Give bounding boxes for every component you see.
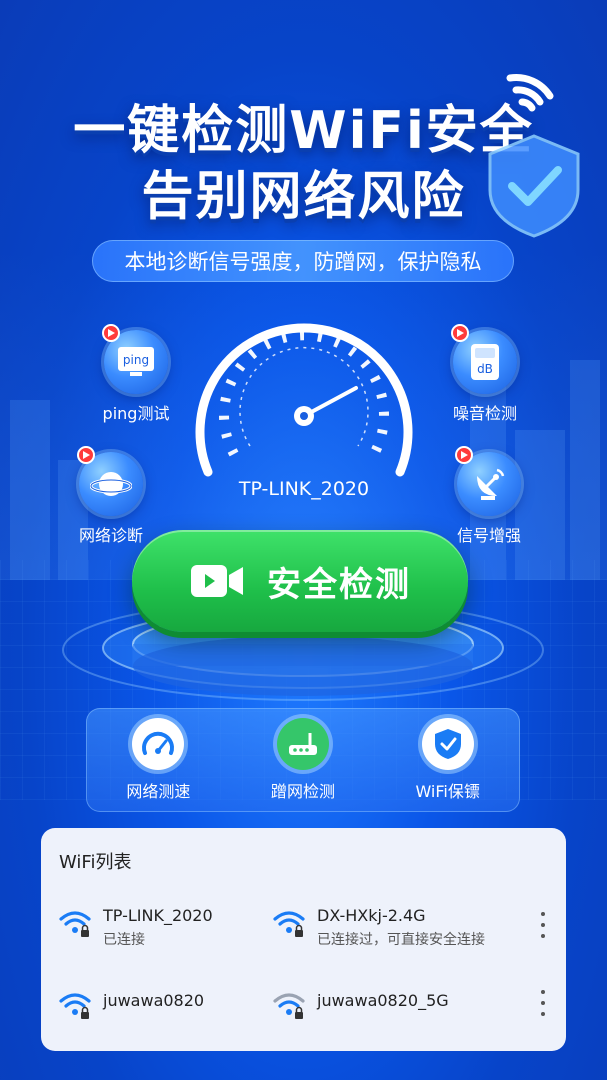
wifi-locked-icon [59, 911, 91, 937]
wifi-name: juwawa0820_5G [317, 991, 449, 1010]
tool-label-freeloader: 蹭网检测 [270, 782, 335, 801]
speed-gauge [186, 304, 422, 504]
speedometer-icon [142, 731, 175, 755]
gauge-ssid-label: TP-LINK_2020 [238, 478, 370, 500]
wifi-network-item[interactable]: DX-HXkj-2.4G 已连接过，可直接安全连接 [273, 906, 485, 949]
wifi-name: DX-HXkj-2.4G [317, 906, 426, 925]
shield-wifi-icon [482, 70, 592, 240]
play-badge-icon [102, 324, 120, 342]
wifi-row: TP-LINK_2020 已连接 DX-HXkj-2.4G 已连接过，可直接安全… [41, 906, 566, 962]
router-icon [288, 733, 317, 755]
wifi-row: juwawa0820 juwawa0820_5G [41, 988, 566, 1044]
feature-label-noise: 噪音检测 [452, 404, 517, 423]
tool-label-guard: WiFi保镖 [415, 782, 480, 801]
tools-panel: 网络测速 蹭网检测 WiFi保镖 [86, 708, 520, 812]
ping-monitor-icon: ping [118, 347, 154, 376]
wifi-locked-icon [59, 993, 91, 1019]
planet-icon [90, 472, 132, 496]
feature-noise-detection[interactable]: dB 噪音检测 [430, 324, 540, 424]
security-scan-label: 安全检测 [267, 564, 411, 605]
wifi-list-card: WiFi列表 TP-LINK_2020 已连接 DX-HXkj-2.4G 已连接… [41, 828, 566, 1051]
wifi-network-item[interactable]: juwawa0820_5G [273, 988, 449, 1020]
feature-signal-boost[interactable]: 信号增强 [434, 446, 544, 546]
tool-label-speed: 网络测速 [126, 782, 191, 801]
play-badge-icon [455, 446, 473, 464]
feature-label-ping: ping测试 [102, 404, 170, 423]
wifi-name: juwawa0820 [103, 991, 205, 1010]
wifi-network-item[interactable]: juwawa0820 [59, 988, 204, 1020]
wifi-weak-locked-icon [273, 993, 305, 1019]
wifi-network-item[interactable]: TP-LINK_2020 已连接 [59, 906, 213, 949]
decibel-meter-icon: dB [471, 344, 499, 380]
video-camera-icon [191, 565, 243, 597]
more-options-icon[interactable] [536, 912, 550, 938]
wifi-name: TP-LINK_2020 [103, 906, 213, 925]
play-badge-icon [77, 446, 95, 464]
wifi-locked-icon [273, 911, 305, 937]
satellite-dish-icon [477, 468, 505, 500]
wifi-status: 已连接过，可直接安全连接 [317, 932, 485, 948]
wifi-status: 已连接 [103, 932, 145, 948]
shield-check-icon [434, 729, 461, 759]
svg-text:ping: ping [123, 353, 149, 367]
feature-network-diagnosis[interactable]: 网络诊断 [56, 446, 166, 546]
tool-speed-test[interactable]: 网络测速 [98, 718, 218, 802]
feature-ping-test[interactable]: ping ping测试 [81, 324, 191, 424]
svg-text:dB: dB [477, 362, 493, 376]
more-options-icon[interactable] [536, 990, 550, 1016]
tool-freeloader-detect[interactable]: 蹭网检测 [243, 718, 363, 802]
wifi-list-title: WiFi列表 [59, 852, 132, 873]
play-badge-icon [451, 324, 469, 342]
subtitle-banner: 本地诊断信号强度，防蹭网，保护隐私 [92, 240, 514, 282]
tool-wifi-guard[interactable]: WiFi保镖 [388, 718, 508, 802]
security-scan-button[interactable]: 安全检测 [132, 530, 468, 632]
